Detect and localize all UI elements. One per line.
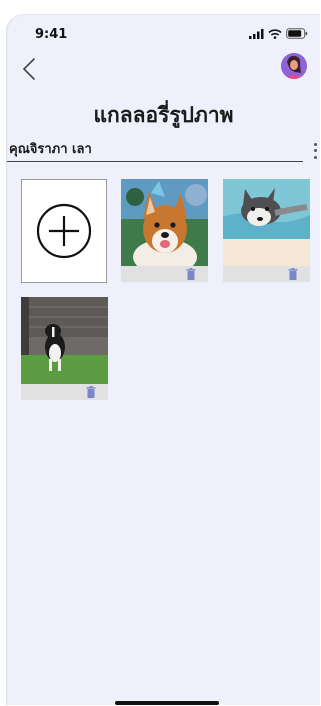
photo-footer (121, 266, 208, 282)
status-time: 9:41 (35, 27, 68, 42)
trash-icon[interactable] (186, 268, 196, 280)
photo-border-collie[interactable] (21, 297, 108, 384)
home-indicator (115, 701, 219, 705)
battery-icon (286, 28, 308, 39)
owner-name: คุณจิราภา เลา (9, 142, 92, 157)
page-title: แกลลอรี่รูปภาพ (93, 103, 234, 127)
back-button[interactable] (17, 55, 41, 83)
trash-icon[interactable] (288, 268, 298, 280)
wifi-icon (268, 28, 282, 39)
phone-screen: 9:41 แกลลอรี่รูปภาพ คุณจิราภา เลา (6, 14, 320, 705)
plus-circle-icon (36, 203, 92, 259)
status-bar: 9:41 (7, 15, 320, 49)
signal-icon (249, 28, 264, 39)
subheader-row: คุณจิราภา เลา (7, 135, 303, 162)
more-dot-icon (313, 149, 317, 153)
more-dot-icon (313, 142, 317, 146)
more-dot-icon (313, 156, 317, 160)
chevron-left-icon (22, 58, 35, 80)
photo-husky[interactable] (223, 179, 310, 266)
photo-card[interactable] (21, 297, 108, 400)
photo-card[interactable] (223, 179, 310, 282)
avatar[interactable] (281, 53, 307, 79)
status-icons (249, 28, 308, 39)
photo-card[interactable] (121, 179, 208, 282)
add-photo-button[interactable] (21, 179, 107, 283)
more-options-button[interactable] (310, 141, 320, 161)
photo-corgi[interactable] (121, 179, 208, 266)
user-avatar-icon (281, 53, 307, 79)
photo-footer (223, 266, 310, 282)
trash-icon[interactable] (86, 386, 96, 398)
photo-footer (21, 384, 108, 400)
